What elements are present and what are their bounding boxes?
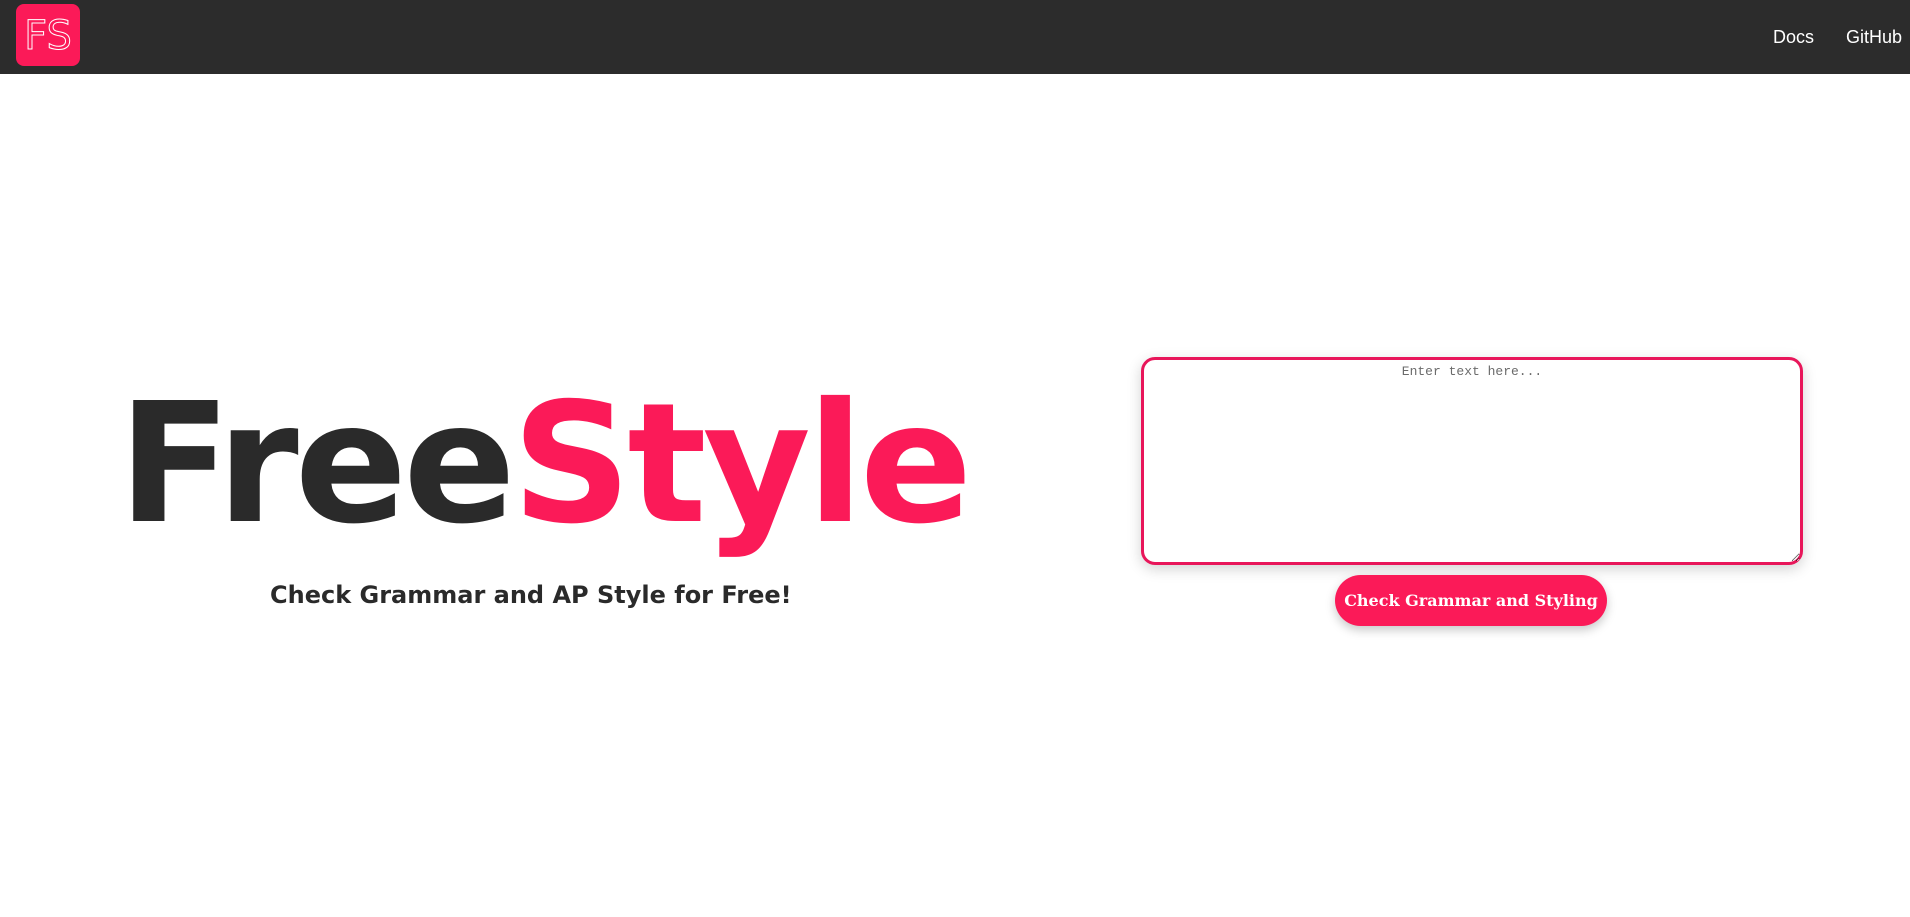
text-input[interactable] — [1141, 357, 1803, 565]
logo-text: FS — [24, 13, 72, 59]
logo-mark: FS — [24, 13, 73, 60]
nav-link-github[interactable]: GitHub — [1846, 26, 1902, 48]
hero-subtitle: Check Grammar and AP Style for Free! — [270, 581, 792, 609]
top-navbar: FS Docs GitHub — [0, 0, 1910, 74]
hero-title: FreeStyle — [118, 368, 973, 561]
hero-title-free: Free — [118, 368, 516, 561]
check-grammar-button[interactable]: Check Grammar and Styling — [1335, 575, 1607, 626]
fs-logo-icon[interactable]: FS — [16, 4, 80, 66]
hero-title-style: Style — [511, 368, 973, 561]
nav-link-docs[interactable]: Docs — [1773, 26, 1814, 48]
